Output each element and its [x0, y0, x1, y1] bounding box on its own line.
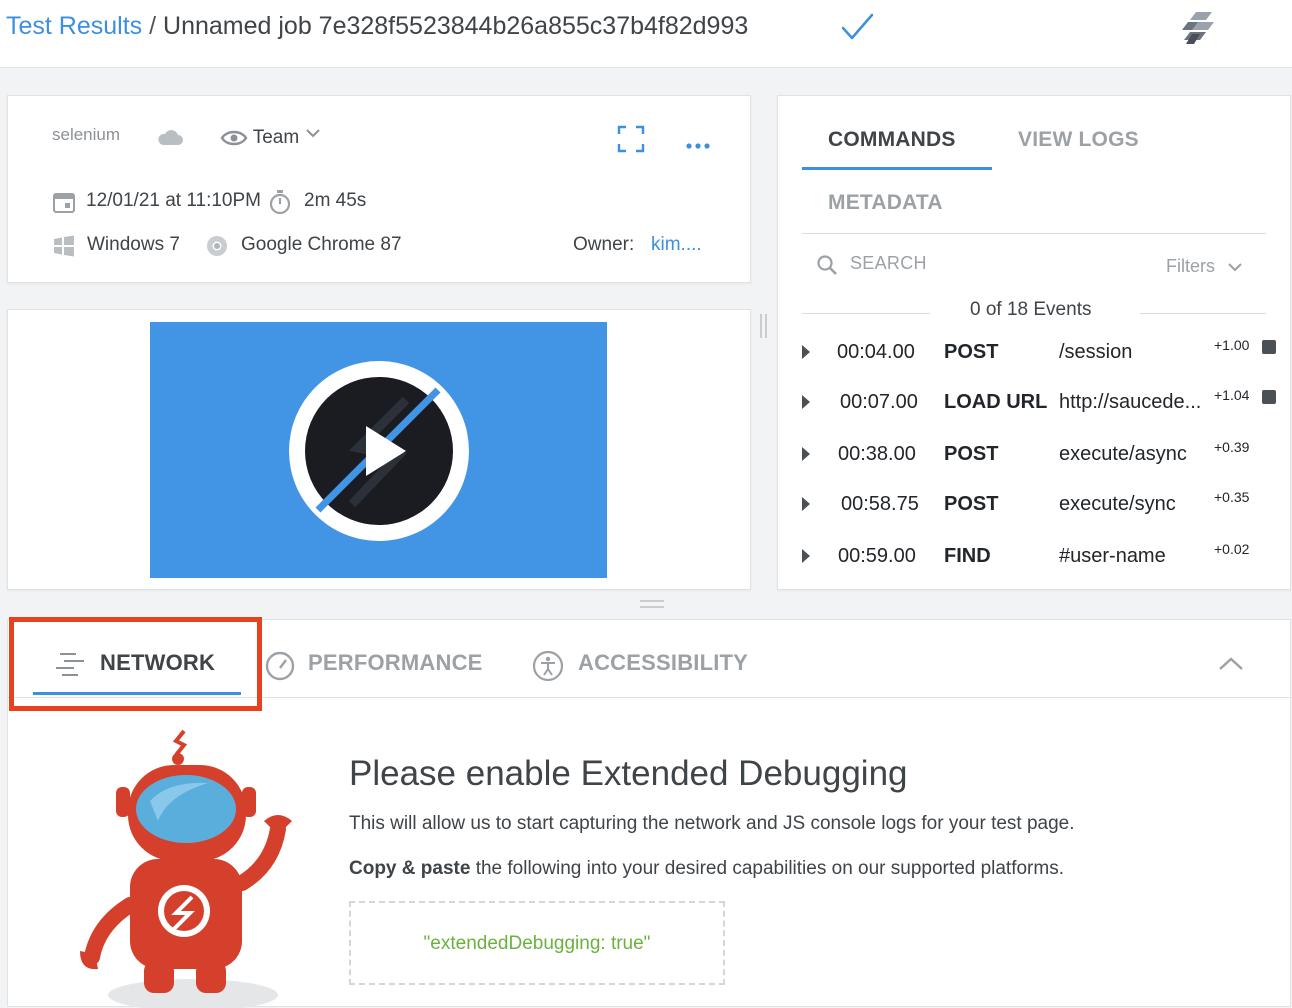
breadcrumb: Test Results / Unnamed job 7e328f5523844…	[6, 12, 748, 41]
command-delta: +0.39	[1214, 439, 1250, 455]
chevron-down-icon	[306, 129, 320, 138]
capability-code: "extendedDebugging: true"	[423, 933, 651, 954]
visibility-label: Team	[252, 127, 300, 148]
cloud-icon	[158, 130, 183, 145]
capability-code-box[interactable]: "extendedDebugging: true"	[349, 901, 725, 985]
command-path: execute/async	[1059, 443, 1187, 465]
command-row[interactable]: 00:38.00 POST execute/async +0.39	[778, 439, 1292, 475]
expand-caret-icon[interactable]	[802, 447, 810, 461]
calendar-icon	[53, 193, 75, 213]
command-path: #user-name	[1059, 545, 1166, 567]
video-player[interactable]	[150, 322, 607, 578]
command-delta: +0.02	[1214, 541, 1250, 557]
expand-caret-icon[interactable]	[802, 345, 810, 359]
active-tab-indicator	[802, 167, 992, 170]
owner-label: Owner:	[573, 234, 635, 255]
visibility-dropdown[interactable]: Team	[220, 127, 322, 149]
chevron-up-icon[interactable]	[1216, 654, 1246, 674]
search-input[interactable]: SEARCH	[850, 253, 927, 274]
events-count-label: 0 of 18 Events	[970, 299, 1092, 320]
accessibility-icon	[532, 650, 564, 682]
check-icon	[841, 13, 874, 40]
tab-metadata[interactable]: METADATA	[828, 191, 943, 215]
command-method: LOAD URL	[944, 391, 1048, 413]
command-method: POST	[944, 493, 999, 515]
page-title: Unnamed job 7e328f5523844b26a855c37b4f82…	[163, 12, 749, 40]
job-info-card: selenium Team 12/01/21 at 11:10PM 2m 45s…	[7, 95, 751, 283]
command-path: /session	[1059, 341, 1133, 363]
command-row[interactable]: 00:04.00 POST /session +1.00	[778, 337, 1292, 373]
command-time: 00:59.00	[838, 545, 916, 567]
filters-label: Filters	[1166, 256, 1215, 276]
tab-commands[interactable]: COMMANDS	[828, 128, 956, 152]
command-time: 00:38.00	[838, 443, 916, 465]
horizontal-resize-handle[interactable]	[640, 600, 664, 610]
commands-panel: COMMANDS VIEW LOGS METADATA SEARCH Filte…	[777, 95, 1291, 590]
top-bar: Test Results / Unnamed job 7e328f5523844…	[0, 0, 1292, 68]
command-delta: +1.00	[1214, 337, 1250, 353]
command-path: http://saucede...	[1059, 391, 1202, 413]
tabs-divider	[802, 233, 1266, 234]
screenshot-icon[interactable]	[1262, 340, 1276, 354]
more-options-icon[interactable]	[685, 142, 711, 150]
gauge-icon	[265, 651, 295, 681]
job-duration: 2m 45s	[304, 190, 367, 211]
command-time: 00:58.75	[841, 493, 919, 515]
command-time: 00:07.00	[840, 391, 918, 413]
command-row[interactable]: 00:59.00 FIND #user-name +0.02	[778, 541, 1292, 577]
stopwatch-icon	[269, 190, 291, 215]
copy-paste-rest: the following into your desired capabili…	[470, 858, 1064, 879]
command-path: execute/sync	[1059, 493, 1176, 515]
saucelabs-logo-icon[interactable]	[1176, 8, 1216, 48]
play-icon[interactable]	[288, 360, 470, 542]
expand-caret-icon[interactable]	[802, 497, 810, 511]
extended-debugging-heading: Please enable Extended Debugging	[349, 754, 908, 793]
tab-performance-label: PERFORMANCE	[308, 650, 483, 675]
eye-icon	[220, 130, 248, 146]
copy-paste-bold: Copy & paste	[349, 858, 471, 879]
breadcrumb-test-results-link[interactable]: Test Results	[6, 12, 142, 40]
video-card	[7, 309, 751, 590]
fullscreen-icon[interactable]	[617, 125, 645, 153]
vertical-resize-handle[interactable]	[760, 314, 768, 340]
breadcrumb-separator: /	[142, 12, 164, 40]
command-row[interactable]: 00:07.00 LOAD URL http://saucede... +1.0…	[778, 387, 1292, 423]
command-method: FIND	[944, 545, 991, 567]
command-delta: +0.35	[1214, 489, 1250, 505]
expand-caret-icon[interactable]	[802, 395, 810, 409]
screenshot-icon[interactable]	[1262, 390, 1276, 404]
events-counter: 0 of 18 Events	[802, 299, 1266, 320]
copy-paste-instructions: Copy & paste the following into your des…	[349, 858, 1064, 880]
expand-caret-icon[interactable]	[802, 549, 810, 563]
browser-label: Google Chrome 87	[241, 234, 402, 255]
filters-dropdown[interactable]: Filters	[1166, 256, 1244, 277]
command-time: 00:04.00	[837, 341, 915, 363]
windows-icon	[54, 235, 74, 257]
command-row[interactable]: 00:58.75 POST execute/sync +0.35	[778, 489, 1292, 525]
framework-label: selenium	[52, 125, 121, 144]
tab-accessibility-label: ACCESSIBILITY	[578, 650, 749, 675]
command-method: POST	[944, 443, 999, 465]
command-method: POST	[944, 341, 999, 363]
tab-view-logs[interactable]: VIEW LOGS	[1018, 128, 1139, 152]
job-date: 12/01/21 at 11:10PM	[86, 190, 261, 211]
network-tab-highlight	[9, 617, 262, 711]
chrome-icon	[207, 236, 227, 256]
search-icon	[817, 255, 837, 275]
command-delta: +1.04	[1214, 387, 1250, 403]
chevron-down-icon	[1228, 263, 1242, 272]
robot-mascot-icon	[80, 729, 292, 1008]
os-label: Windows 7	[87, 234, 180, 255]
extended-debugging-description: This will allow us to start capturing th…	[349, 813, 1075, 834]
owner-link[interactable]: kim....	[651, 234, 702, 256]
